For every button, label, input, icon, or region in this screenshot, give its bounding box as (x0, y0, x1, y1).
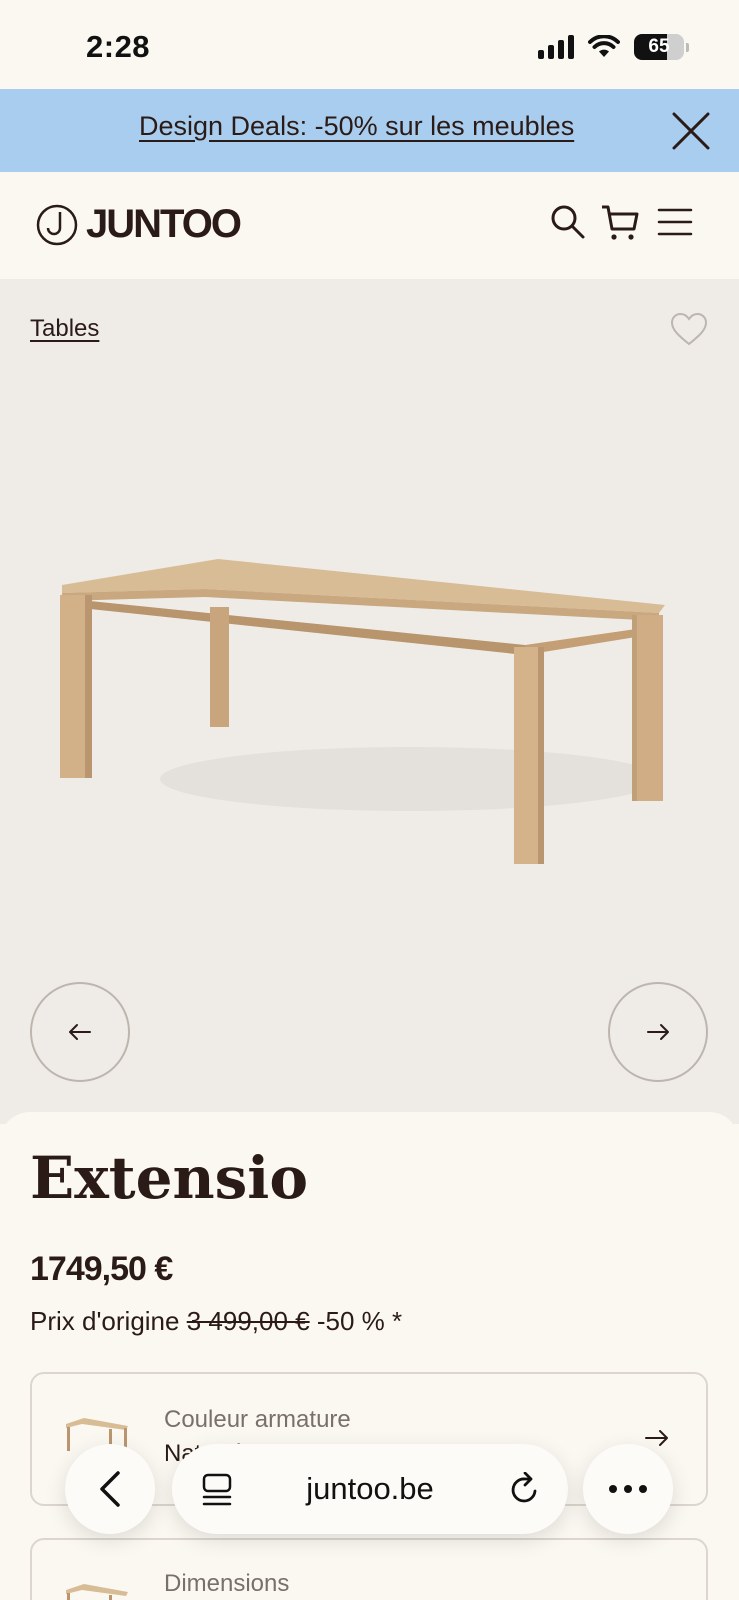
wifi-icon (588, 35, 620, 57)
reload-icon[interactable] (508, 1472, 542, 1506)
option-label: Dimensions (164, 1570, 290, 1597)
browser-back-button[interactable] (65, 1444, 155, 1534)
option-label: Couleur armature (164, 1406, 351, 1433)
next-image-button[interactable] (608, 982, 708, 1082)
original-price: 3 499,00 € (186, 1306, 310, 1336)
product-title: Extensio (30, 1144, 309, 1212)
arrow-right-icon (645, 1430, 668, 1446)
site-header: JUNTOO (0, 172, 739, 279)
breadcrumb[interactable]: Tables (30, 315, 99, 343)
heart-icon[interactable] (669, 311, 709, 347)
battery-tip (686, 42, 689, 52)
logo-mark-icon (36, 204, 78, 245)
chevron-left-icon (100, 1471, 120, 1507)
status-icons: 65 (538, 34, 689, 60)
promo-link[interactable]: Design Deals: -50% sur les meubles (139, 111, 574, 142)
product-image-table (60, 559, 665, 864)
original-price-row: Prix d'origine 3 499,00 € -50 % * (30, 1306, 402, 1337)
battery-icon: 65 (634, 34, 684, 60)
status-time: 2:28 (86, 29, 151, 64)
browser-more-button[interactable] (583, 1444, 673, 1534)
cellular-signal-icon (538, 35, 574, 59)
product-gallery: Tables (0, 279, 739, 1124)
status-bar: 2:28 65 (0, 0, 739, 89)
cart-icon[interactable] (600, 202, 640, 242)
discount-badge: -50 % * (316, 1306, 403, 1336)
more-icon (609, 1485, 647, 1493)
arrow-right-icon (647, 1024, 669, 1040)
browser-address-bar[interactable]: juntoo.be (172, 1444, 568, 1534)
product-price: 1749,50 € (30, 1250, 173, 1288)
close-icon[interactable] (671, 111, 711, 151)
brand-logo[interactable]: JUNTOO (36, 202, 242, 247)
prev-image-button[interactable] (30, 982, 130, 1082)
option-thumbnail (66, 1584, 128, 1600)
menu-icon[interactable] (655, 202, 695, 242)
promo-banner: Design Deals: -50% sur les meubles (0, 89, 739, 172)
battery-level: 65 (648, 36, 670, 57)
option-dimensions[interactable]: Dimensions (30, 1538, 708, 1600)
original-price-label: Prix d'origine (30, 1306, 180, 1336)
search-icon[interactable] (548, 202, 588, 242)
brand-name: JUNTOO (86, 202, 242, 246)
arrow-left-icon (69, 1024, 91, 1040)
